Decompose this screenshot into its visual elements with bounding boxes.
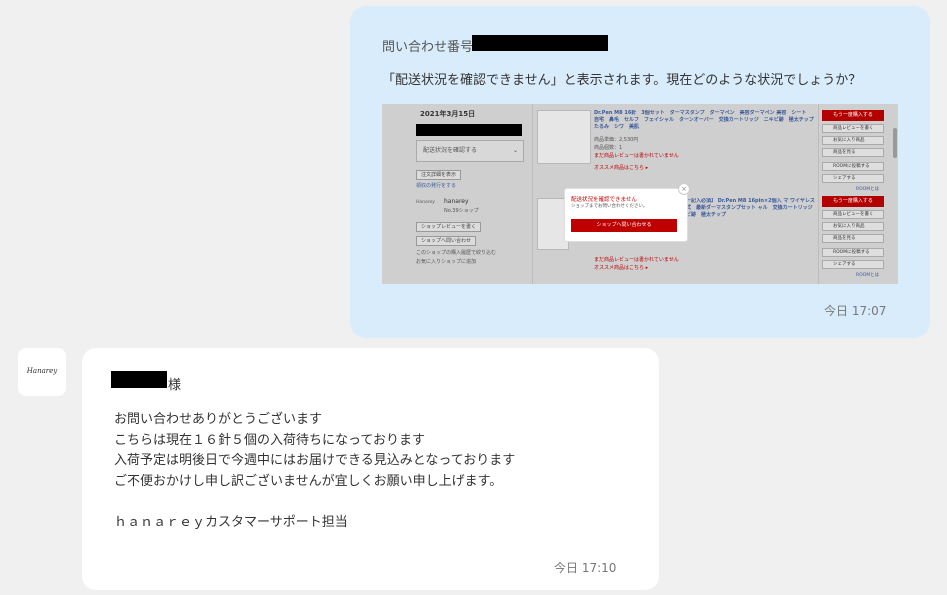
share-button-1: シェアする <box>822 174 884 183</box>
redacted-order-number <box>416 124 522 136</box>
product-thumbnail-1 <box>537 110 591 164</box>
shop-message-body: お問い合わせありがとうございます こちらは現在１６針５個の入荷待ちになっておりま… <box>114 410 515 492</box>
product-1-title: Dr.Pen M8 16針 3個セット ダーマスタンプ ダーマペン 美容ダーマペ… <box>594 110 816 130</box>
error-popup: 配送状況を確認できません ショップまでお問い合わせください。 ショップへ問い合わ… <box>564 188 688 242</box>
popup-title: 配送状況を確認できません <box>571 197 637 203</box>
shop-avatar[interactable]: Hanarey <box>18 348 66 396</box>
attached-screenshot[interactable]: 2021年3月15日 配送状況を確認する ⌄ 注文詳細を表示 領収の発行をする … <box>382 104 898 284</box>
room-post-button-2: ROOMに投稿する <box>822 248 884 257</box>
popup-contact-shop-button: ショップへ問い合わせる <box>571 219 677 232</box>
buy-again-button-2: もう一度購入する <box>822 196 884 207</box>
shop-rating: No.39ショップ <box>444 208 479 214</box>
view-product-button-1: 商品を見る <box>822 148 884 157</box>
scrollbar-thumb <box>893 128 897 158</box>
shop-message-timestamp: 今日 17:10 <box>554 561 617 575</box>
redacted-inquiry-number <box>472 35 608 51</box>
message-line: 入荷予定は明後日で今週中にはお届けできる見込みとなっております <box>114 453 516 468</box>
shop-contact-button: ショップへ問い合わせ <box>416 236 477 246</box>
close-icon: × <box>678 183 690 195</box>
write-review-button-2: 商品レビューを書く <box>822 210 884 219</box>
favorite-button-2: お気に入り商品 <box>822 222 884 231</box>
view-product-button-2: 商品を見る <box>822 234 884 243</box>
recommend-link-1: オススメ商品はこちら ▸ <box>594 165 649 171</box>
product-1-quantity: 商品個数：1 <box>594 145 623 151</box>
shop-logo: Hanarey <box>26 367 58 375</box>
product-1-price: 商品単価：2,530円 <box>594 137 639 143</box>
shop-signature: ｈａｎａｒｅｙカスタマーサポート担当 <box>114 515 348 530</box>
product-1-review-status: まだ商品レビューは書かれていません <box>594 153 679 159</box>
product-2-title: ビュー記入必須】 Dr.Pen M8 16pin×2個入 マ ワイヤレス 充電式… <box>676 198 816 218</box>
room-post-button-1: ROOMに投稿する <box>822 162 884 171</box>
message-line: お問い合わせありがとうございます <box>114 412 323 427</box>
shop-history-note: このショップの購入履歴で絞り込む <box>416 250 497 256</box>
popup-subtitle: ショップまでお問い合わせください。 <box>571 204 648 209</box>
shop-favorite-note: お気に入りショップに追加 <box>416 259 477 265</box>
order-date: 2021年3月15日 <box>420 110 476 118</box>
honorific: 様 <box>168 378 182 393</box>
shop-logo-small: Hanarey <box>416 200 436 205</box>
message-line: ご不便おかけし申し訳ございませんが宜しくお願い申し上げます。 <box>114 473 503 489</box>
user-message-bubble: 問い合わせ番号: 「配送状況を確認できません」と表示されます。現在どのような状況… <box>350 6 930 338</box>
order-detail-button: 注文詳細を表示 <box>416 170 462 180</box>
shop-name: hanarey <box>444 198 469 205</box>
room-link-2: ROOMとは <box>856 273 880 278</box>
delivery-status-select: 配送状況を確認する ⌄ <box>416 140 524 162</box>
receipt-link: 領収の発行をする <box>416 183 457 189</box>
room-link-1: ROOMとは <box>856 187 880 192</box>
share-button-2: シェアする <box>822 260 884 269</box>
redacted-customer-name <box>111 371 167 388</box>
favorite-button-1: お気に入り商品 <box>822 136 884 145</box>
inquiry-number-label: 問い合わせ番号: <box>382 40 478 55</box>
user-message-timestamp: 今日 17:07 <box>824 304 887 318</box>
buy-again-button-1: もう一度購入する <box>822 110 884 121</box>
chevron-down-icon: ⌄ <box>512 147 518 154</box>
product-2-review-status: まだ商品レビューは書かれていません <box>594 257 679 263</box>
write-review-button-1: 商品レビューを書く <box>822 124 884 133</box>
message-line: こちらは現在１６針５個の入荷待ちになっております <box>114 432 425 448</box>
shop-message-bubble: 様 お問い合わせありがとうございます こちらは現在１６針５個の入荷待ちになってお… <box>82 348 659 590</box>
delivery-select-label: 配送状況を確認する <box>423 147 478 154</box>
recommend-link-2: オススメ商品はこちら ▸ <box>594 265 649 271</box>
shop-review-button: ショップレビューを書く <box>416 222 482 232</box>
user-message-text: 「配送状況を確認できません」と表示されます。現在どのような状況でしょうか？ <box>382 73 862 88</box>
